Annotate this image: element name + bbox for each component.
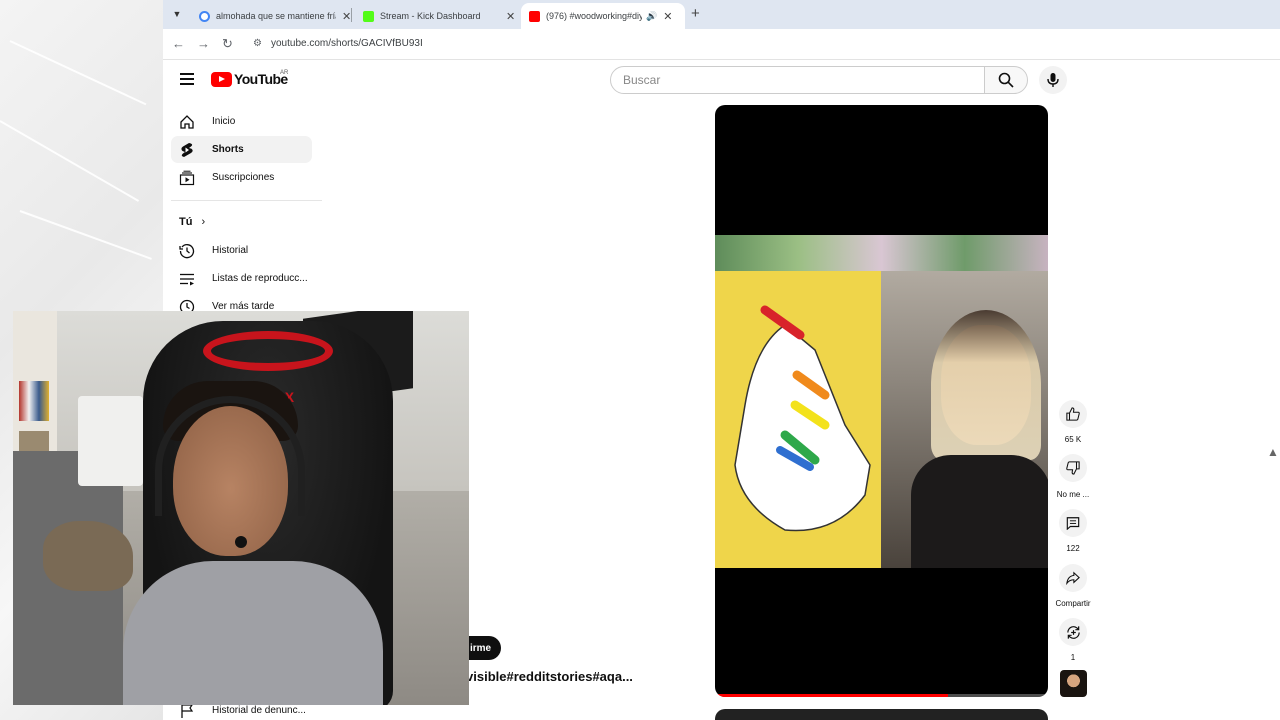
- youtube-logo[interactable]: YouTube AR: [211, 70, 289, 87]
- next-short-preview[interactable]: [715, 709, 1048, 720]
- remix-button[interactable]: [1059, 618, 1087, 646]
- tab-search-icon[interactable]: ▼: [169, 6, 185, 22]
- tab-youtube-short[interactable]: (976) #woodworking#diy# 🔊 ✕: [521, 3, 685, 29]
- sidebar-item-playlists[interactable]: Listas de reproducc...: [171, 265, 312, 292]
- microphone-icon: [1047, 73, 1059, 87]
- sidebar-item-label: Shorts: [212, 144, 244, 155]
- car-scene: [881, 235, 1048, 568]
- progress-bar[interactable]: [715, 694, 949, 697]
- shorts-icon: [179, 142, 195, 158]
- tab-title: almohada que se mantiene fría: [216, 11, 336, 21]
- address-bar: ← → ↻ ⚙ youtube.com/shorts/GACIVfBU93I: [163, 29, 1280, 60]
- youtube-play-icon: [211, 71, 232, 87]
- like-count: 65 K: [1064, 435, 1082, 444]
- video-frame: [715, 235, 1048, 568]
- dislike-button[interactable]: [1059, 454, 1087, 482]
- kick-icon: [363, 10, 374, 22]
- comment-icon: [1066, 517, 1080, 530]
- sidebar-item-shorts[interactable]: Shorts: [171, 136, 312, 163]
- sidebar-you-heading[interactable]: Tú ›: [179, 216, 205, 228]
- sidebar-item-label: Historial de denunc...: [212, 705, 306, 716]
- channel-avatar[interactable]: [1060, 670, 1087, 697]
- like-button[interactable]: [1059, 400, 1087, 428]
- tab-kick-dashboard[interactable]: Stream - Kick Dashboard ✕: [355, 3, 523, 29]
- air-conditioner: [78, 396, 143, 486]
- painting-scene: [715, 235, 890, 568]
- close-icon[interactable]: ✕: [342, 10, 351, 23]
- flowers-strip: [715, 235, 1048, 271]
- history-icon: [179, 243, 195, 259]
- thumbs-up-icon: [1066, 407, 1080, 421]
- subscribe-label: irme: [470, 642, 492, 654]
- person-shirt: [123, 561, 383, 705]
- sidebar-item-label: Historial: [212, 245, 249, 256]
- youtube-icon: [529, 10, 540, 22]
- dislike-label: No me ...: [1056, 490, 1090, 499]
- reload-icon[interactable]: ↻: [222, 36, 233, 52]
- headset-microphone: [235, 536, 247, 548]
- remix-count: 1: [1070, 653, 1076, 662]
- search-icon: [998, 72, 1014, 88]
- sidebar-item-home[interactable]: Inicio: [171, 108, 312, 135]
- google-icon: [199, 10, 210, 22]
- country-code: AR: [280, 70, 289, 76]
- short-video-player[interactable]: [715, 105, 1048, 697]
- share-label: Compartir: [1055, 599, 1091, 608]
- home-icon: [179, 114, 195, 130]
- tab-title: (976) #woodworking#diy#: [546, 11, 642, 21]
- webcam-overlay: MAX: [13, 311, 469, 705]
- you-label: Tú: [179, 216, 193, 228]
- sidebar-item-label: Suscripciones: [212, 172, 275, 183]
- tab-google-search[interactable]: almohada que se mantiene fría ✕: [191, 3, 359, 29]
- subscriptions-icon: [179, 170, 195, 186]
- back-icon[interactable]: ←: [172, 36, 185, 51]
- new-tab-icon[interactable]: +: [691, 5, 700, 22]
- playlists-icon: [179, 271, 195, 287]
- mouse-cursor-icon: ▲: [1267, 445, 1279, 459]
- sidebar-item-history[interactable]: Historial: [171, 237, 312, 264]
- menu-icon[interactable]: [180, 73, 194, 85]
- sidebar-divider: [171, 200, 322, 201]
- chair-logo-ring: [203, 331, 333, 371]
- sidebar-item-label: Inicio: [212, 116, 236, 127]
- share-icon: [1066, 571, 1080, 585]
- cat: [43, 521, 133, 591]
- remix-icon: [1066, 625, 1080, 639]
- comments-button[interactable]: [1059, 509, 1087, 537]
- speaker-icon[interactable]: 🔊: [646, 11, 657, 22]
- tab-separator: [351, 8, 352, 22]
- sidebar-item-label: Listas de reproducc...: [212, 273, 308, 284]
- chevron-right-icon: ›: [201, 216, 206, 228]
- voice-search-button[interactable]: [1039, 66, 1067, 94]
- sidebar-item-subscriptions[interactable]: Suscripciones: [171, 164, 312, 191]
- site-info-icon[interactable]: ⚙: [253, 38, 262, 49]
- comment-count: 122: [1066, 544, 1080, 553]
- search-input[interactable]: Buscar: [610, 66, 985, 94]
- browser-tab-strip: ▼ almohada que se mantiene fría ✕ Stream…: [163, 0, 1280, 29]
- close-icon[interactable]: ✕: [506, 10, 515, 23]
- tab-title: Stream - Kick Dashboard: [380, 11, 481, 21]
- url-text[interactable]: youtube.com/shorts/GACIVfBU93I: [271, 38, 423, 49]
- thumbs-down-icon: [1066, 461, 1080, 475]
- search-button[interactable]: [984, 66, 1028, 94]
- forward-icon[interactable]: →: [197, 36, 210, 51]
- share-button[interactable]: [1059, 564, 1087, 592]
- close-icon[interactable]: ✕: [663, 10, 672, 23]
